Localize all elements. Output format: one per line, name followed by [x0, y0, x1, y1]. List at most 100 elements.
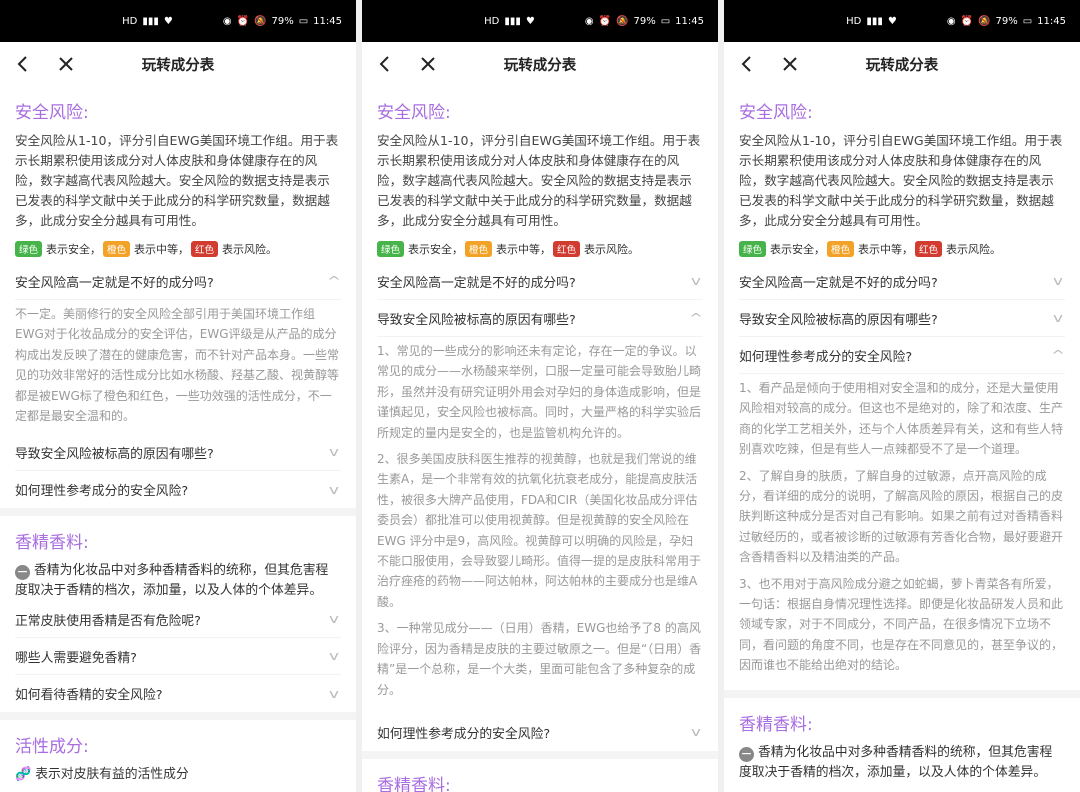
red-text: 表示风险。 — [584, 243, 640, 256]
red-tag: 红色 — [915, 241, 943, 257]
clock: 11:45 — [675, 15, 704, 27]
section-divider — [362, 750, 718, 759]
faq-question[interactable]: 哪些人需要避免香精? v — [15, 638, 341, 676]
red-text: 表示风险。 — [946, 243, 1002, 256]
alarm-icon: ⏰ — [598, 15, 612, 27]
question-label: 导致安全风险被标高的原因有哪些? — [377, 312, 576, 328]
faq-question[interactable]: 导致安全风险被标高的原因有哪些? ^ — [377, 300, 703, 337]
signal-icon: ▮▮▮ — [142, 15, 159, 27]
question-label: 如何理性参考成分的安全风险? — [377, 726, 551, 742]
faq-question[interactable]: 正常皮肤使用香精是否有危险呢? v — [15, 601, 341, 639]
question-label: 如何理性参考成分的安全风险? — [739, 349, 913, 365]
page-title: 玩转成分表 — [865, 57, 939, 74]
chevron-down-icon: v — [329, 612, 339, 627]
faq-answer: 1、看产品是倾向于使用相对安全温和的成分，还是大量使用风险相对较高的成分。但这也… — [739, 374, 1065, 690]
green-text: 表示安全， — [46, 243, 102, 256]
faq-question[interactable]: 如何理性参考成分的安全风险? ^ — [739, 337, 1065, 374]
chevron-down-icon: v — [329, 649, 339, 664]
back-icon[interactable] — [376, 54, 396, 74]
green-tag: 绿色 — [739, 241, 767, 257]
nav-bar: 玩转成分表 — [362, 42, 718, 86]
status-bar: HD ▮▮▮ ♥ ◉ ⏰ 🔕 79% ▭ 11:45 — [362, 0, 718, 42]
clock: 11:45 — [1037, 15, 1066, 27]
minus-circle-icon: − — [15, 564, 30, 581]
back-icon[interactable] — [738, 54, 758, 74]
fragrance-description: − 香精为化妆品中对多种香精香料的统称，但其危害程度取决于香精的档次，添加量，以及… — [739, 743, 1065, 783]
battery-percent: 79% — [995, 15, 1018, 27]
chevron-down-icon: v — [691, 274, 701, 288]
red-tag: 红色 — [191, 241, 219, 257]
chevron-down-icon: v — [691, 725, 701, 740]
close-icon[interactable] — [418, 54, 438, 74]
alarm-icon: ⏰ — [236, 15, 250, 27]
fragrance-desc-text: 香精为化妆品中对多种香精香料的统称，但其危害程度取决于香精的档次，添加量，以及人… — [739, 744, 1053, 780]
faq-question[interactable]: 安全风险高一定就是不好的成分吗? v — [377, 263, 703, 300]
safety-title: 安全风险: — [15, 103, 89, 123]
section-divider — [724, 689, 1080, 698]
alarm-icon: ⏰ — [960, 15, 974, 27]
safety-description: 安全风险从1-10，评分引自EWG美国环境工作组。用于表示长期累积使用该成分对人… — [739, 133, 1063, 228]
green-tag: 绿色 — [377, 241, 405, 257]
fragrance-title: 香精香料: — [377, 775, 451, 792]
fragrance-title: 香精香料: — [15, 533, 89, 554]
answer-paragraph: 3、一种常见成分——（日用）香精，EWG也给予了8 的高风险评分，因为香精是皮肤… — [377, 621, 702, 697]
status-bar: HD ▮▮▮ ♥ ◉ ⏰ 🔕 79% ▭ 11:45 — [724, 0, 1080, 42]
orange-tag: 橙色 — [827, 241, 855, 257]
red-tag: 红色 — [553, 241, 581, 257]
faq-question[interactable]: 如何看待香精的安全风险? v — [15, 675, 341, 712]
nav-bar: 玩转成分表 — [724, 42, 1080, 86]
chevron-up-icon: ^ — [326, 274, 342, 288]
question-label: 正常皮肤使用香精是否有危险呢? — [15, 613, 201, 629]
question-label: 如何看待香精的安全风险? — [15, 688, 163, 704]
faq-answer: 1、常见的一些成分的影响还未有定论，存在一定的争议。以常见的成分——水杨酸来举例… — [377, 337, 703, 714]
faq-question[interactable]: 如何理性参考成分的安全风险? v — [15, 471, 341, 508]
fragrance-title: 香精香料: — [739, 714, 813, 735]
back-icon[interactable] — [14, 54, 34, 74]
safety-title: 安全风险: — [377, 103, 451, 123]
faq-answer: 不一定。美丽修行的安全风险全部引用于美国环境工作组EWG对于化妆品成分的安全评估… — [15, 307, 340, 424]
battery-percent: 79% — [633, 15, 656, 27]
question-label: 安全风险高一定就是不好的成分吗? — [377, 275, 576, 291]
battery-percent: 79% — [271, 15, 294, 27]
faq-question[interactable]: 安全风险高一定就是不好的成分吗? ^ — [15, 263, 341, 300]
faq-question[interactable]: 安全风险高一定就是不好的成分吗? v — [739, 263, 1065, 300]
signal-icon: ▮▮▮ — [866, 15, 883, 27]
answer-paragraph: 1、看产品是倾向于使用相对安全温和的成分，还是大量使用风险相对较高的成分。但这也… — [739, 381, 1064, 457]
question-label: 安全风险高一定就是不好的成分吗? — [739, 275, 938, 291]
screen-3: HD ▮▮▮ ♥ ◉ ⏰ 🔕 79% ▭ 11:45 玩转成分表 安全风险: 安… — [724, 0, 1080, 792]
battery-icon: ▭ — [660, 15, 671, 27]
answer-paragraph: 2、很多美国皮肤科医生推荐的视黄醇，也就是我们常说的维生素A，是一个非常有效的抗… — [377, 452, 702, 609]
eye-icon: ◉ — [584, 15, 594, 27]
risk-legend: 绿色 表示安全， 橙色 表示中等， 红色 表示风险。 — [739, 241, 1065, 257]
safety-title: 安全风险: — [739, 103, 813, 123]
heart-icon: ♥ — [525, 15, 535, 27]
answer-paragraph: 1、常见的一些成分的影响还未有定论，存在一定的争议。以常见的成分——水杨酸来举例… — [377, 344, 702, 440]
orange-text: 表示中等， — [858, 243, 914, 256]
battery-icon: ▭ — [298, 15, 309, 27]
faq-question[interactable]: 导致安全风险被标高的原因有哪些? v — [15, 434, 341, 472]
question-label: 导致安全风险被标高的原因有哪些? — [15, 446, 214, 462]
minus-circle-icon: − — [739, 745, 754, 762]
hd-icon: HD — [846, 15, 862, 27]
question-label: 安全风险高一定就是不好的成分吗? — [15, 275, 214, 291]
heart-icon: ♥ — [163, 15, 173, 27]
orange-tag: 橙色 — [465, 241, 493, 257]
close-icon[interactable] — [56, 54, 76, 74]
fragrance-description: − 香精为化妆品中对多种香精香料的统称，但其危害程度取决于香精的档次，添加量，以及… — [15, 561, 341, 601]
close-icon[interactable] — [780, 54, 800, 74]
question-label: 如何理性参考成分的安全风险? — [15, 484, 189, 500]
safety-description: 安全风险从1-10，评分引自EWG美国环境工作组。用于表示长期累积使用该成分对人… — [377, 133, 701, 228]
orange-tag: 橙色 — [103, 241, 131, 257]
faq-question[interactable]: 如何理性参考成分的安全风险? v — [377, 714, 703, 751]
active-title: 活性成分: — [15, 737, 89, 758]
eye-icon: ◉ — [222, 15, 232, 27]
green-text: 表示安全， — [770, 243, 826, 256]
section-divider — [0, 712, 356, 721]
fragrance-desc-text: 香精为化妆品中对多种香精香料的统称，但其危害程度取决于香精的档次，添加量，以及人… — [15, 563, 329, 599]
red-text: 表示风险。 — [222, 243, 278, 256]
faq-question[interactable]: 导致安全风险被标高的原因有哪些? v — [739, 300, 1065, 337]
green-text: 表示安全， — [408, 243, 464, 256]
hd-icon: HD — [122, 15, 138, 27]
page-title: 玩转成分表 — [503, 57, 577, 74]
mute-icon: 🔕 — [978, 15, 991, 27]
